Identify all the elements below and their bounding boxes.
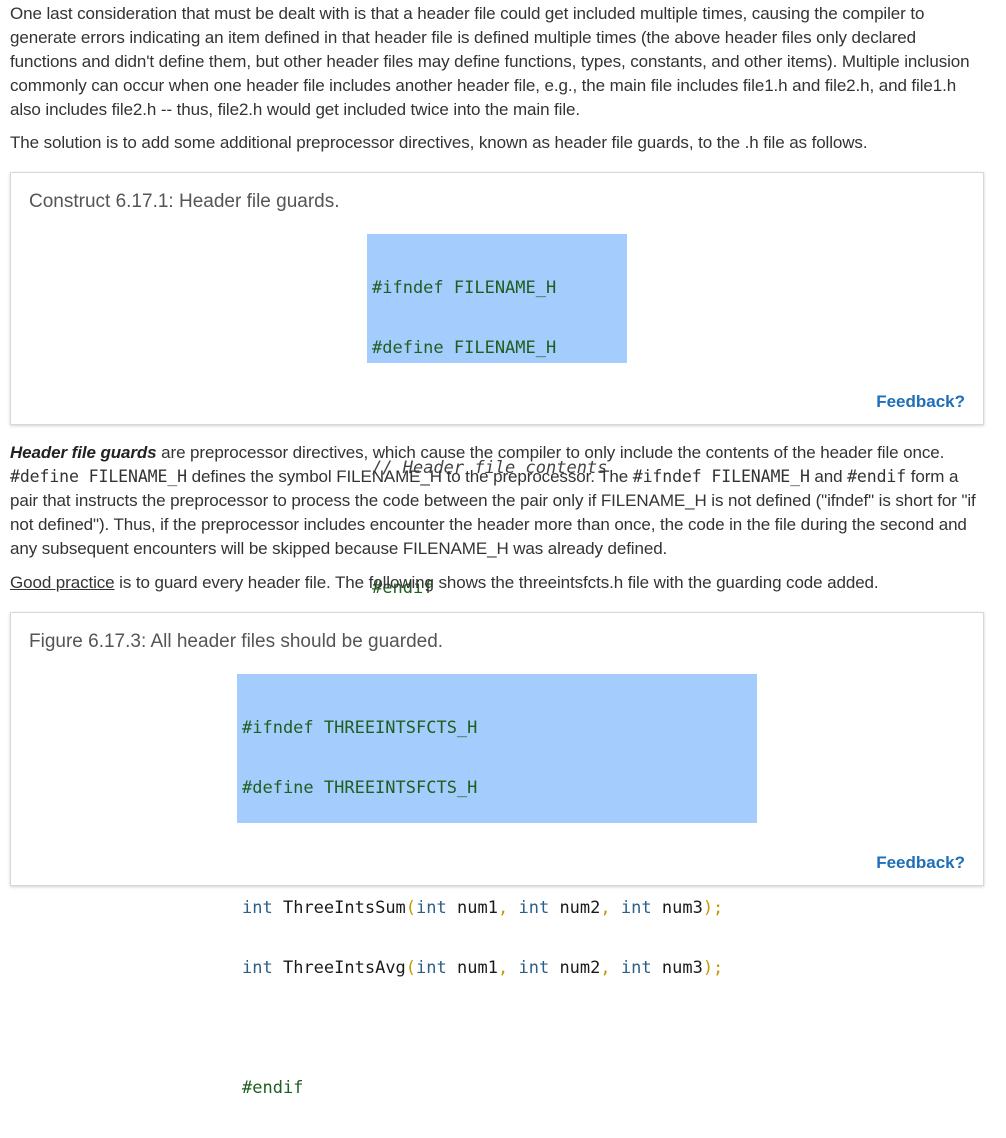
punctuation: ); — [702, 898, 724, 918]
inline-code: #endif — [847, 467, 907, 486]
figure-title: Figure 6.17.3: All header files should b… — [29, 631, 444, 652]
text-span: defines the symbol FILENAME_H to the pre… — [187, 467, 633, 486]
explanation-paragraph: Header file guards are preprocessor dire… — [10, 441, 985, 561]
feedback-link[interactable]: Feedback? — [876, 851, 965, 875]
param: num2 — [559, 958, 601, 978]
function-name: ThreeIntsSum — [282, 898, 406, 918]
figure-code-block: #ifndef THREEINTSFCTS_H #define THREEINT… — [237, 674, 757, 1098]
code-line-ifndef: #ifndef THREEINTSFCTS_H — [242, 718, 478, 738]
keyword: int — [416, 898, 447, 918]
text-span: and — [809, 467, 848, 486]
feedback-link[interactable]: Feedback? — [876, 390, 965, 414]
solution-paragraph: The solution is to add some additional p… — [10, 133, 868, 152]
construct-code-block: #ifndef FILENAME_H #define FILENAME_H //… — [367, 234, 627, 598]
punctuation: , — [497, 958, 509, 978]
inline-code: #define FILENAME_H — [10, 467, 188, 486]
punctuation: , — [497, 898, 509, 918]
text-span: is to guard every header file. The follo… — [114, 573, 879, 592]
code-line-endif: #endif — [242, 1078, 304, 1098]
code-line-sum-declaration: int ThreeIntsSum(int num1, int num2, int… — [242, 898, 752, 918]
function-name: ThreeIntsAvg — [282, 958, 406, 978]
param: num3 — [661, 898, 703, 918]
intro-paragraph: One last consideration that must be deal… — [10, 4, 970, 119]
keyword: int — [518, 958, 550, 978]
construct-title: Construct 6.17.1: Header file guards. — [29, 191, 340, 212]
code-line-define: #define FILENAME_H — [372, 338, 557, 358]
code-line-ifndef: #ifndef FILENAME_H — [372, 278, 557, 298]
punctuation: , — [600, 958, 611, 978]
keyword: int — [416, 958, 447, 978]
keyword: int — [620, 898, 652, 918]
keyword: int — [518, 898, 550, 918]
key-term: Header file guards — [10, 443, 157, 462]
param: num1 — [457, 958, 498, 978]
param: num3 — [661, 958, 703, 978]
practice-paragraph: Good practice is to guard every header f… — [10, 571, 985, 595]
page: One last consideration that must be deal… — [0, 0, 1006, 1098]
punctuation: ( — [405, 898, 417, 918]
construct-card: Construct 6.17.1: Header file guards. #i… — [10, 172, 984, 598]
code-line-avg-declaration: int ThreeIntsAvg(int num1, int num2, int… — [242, 958, 752, 978]
keyword: int — [242, 958, 273, 978]
keyword: int — [620, 958, 652, 978]
punctuation: , — [600, 898, 611, 918]
punctuation: ( — [405, 958, 417, 978]
text-span: are preprocessor directives, which cause… — [156, 443, 945, 462]
param: num2 — [559, 898, 601, 918]
figure-card: Figure 6.17.3: All header files should b… — [10, 612, 984, 1098]
good-practice-link[interactable]: Good practice — [10, 573, 115, 592]
keyword: int — [242, 898, 273, 918]
code-line-define: #define THREEINTSFCTS_H — [242, 778, 478, 798]
inline-code: #ifndef FILENAME_H — [632, 467, 810, 486]
punctuation: ); — [702, 958, 724, 978]
param: num1 — [457, 898, 498, 918]
